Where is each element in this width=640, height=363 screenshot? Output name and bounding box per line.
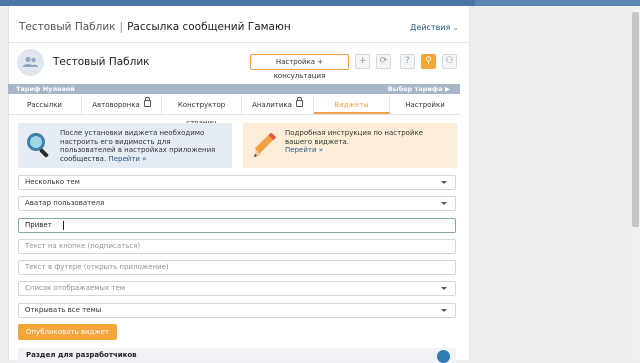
group-name: Тестовый Паблик: [53, 56, 150, 68]
actions-label: Действия: [410, 23, 451, 32]
chevron-down-icon: [441, 287, 447, 290]
lock-icon: [143, 97, 151, 107]
tariff-label: Тариф Нулевой: [16, 85, 75, 93]
chevron-down-icon: [441, 309, 447, 312]
scrollbar[interactable]: [630, 6, 640, 360]
instruction-info-link[interactable]: Перейти »: [285, 146, 323, 154]
tab-label: Автоворонка: [92, 101, 140, 109]
plan-consultation-button[interactable]: Настройка + консультация: [250, 54, 349, 80]
breadcrumb-group-link[interactable]: Тестовый Паблик: [19, 21, 116, 33]
visibility-info-link[interactable]: Перейти »: [108, 155, 146, 163]
chevron-down-icon: [441, 202, 447, 205]
greeting-input-value: Привет: [25, 221, 52, 229]
tab-label: Виджеты: [334, 101, 369, 109]
top-bar-right-segment: [475, 0, 640, 6]
breadcrumb: Тестовый Паблик | Рассылка сообщений Гамаю…: [19, 21, 291, 33]
topics-select-value: Несколько тем: [25, 178, 80, 186]
footer-text-input[interactable]: Текст в футере (открыть приложение): [18, 260, 456, 275]
group-avatar[interactable]: [17, 49, 44, 76]
chevron-down-icon: [441, 181, 447, 184]
scrollbar-thumb[interactable]: [632, 12, 639, 227]
header-divider: [9, 42, 469, 43]
users-icon: [23, 56, 38, 67]
tariff-bar: Тариф Нулевой Выбор тарифа ▶: [8, 84, 460, 94]
tab-widgets[interactable]: Виджеты: [314, 96, 390, 114]
magnifier-icon: [27, 133, 49, 158]
avatar-select-value: Аватар пользователя: [25, 199, 105, 207]
footer-text-placeholder: Текст в футере (открыть приложение): [25, 263, 169, 271]
tab-settings[interactable]: Настройки: [390, 96, 460, 114]
tab-mailings[interactable]: Рассылки: [8, 96, 82, 114]
instruction-info-text: Подробная инструкция по настройке вашего…: [285, 129, 424, 146]
avatar-select[interactable]: Аватар пользователя: [18, 196, 456, 211]
topics-list-placeholder: Список отображаемых тем: [25, 284, 126, 292]
user-icon[interactable]: ⚇: [442, 54, 457, 69]
tab-label: Рассылки: [27, 101, 62, 109]
button-text-input[interactable]: Текст на кнопке (подписаться): [18, 239, 456, 254]
topics-list-select[interactable]: Список отображаемых тем: [18, 281, 456, 296]
tab-label: Настройки: [405, 101, 445, 109]
visibility-info-box: После установки виджета необходимо настр…: [18, 123, 232, 168]
tab-analytics[interactable]: Аналитика: [242, 96, 314, 114]
greeting-input[interactable]: Привет: [18, 218, 456, 233]
pencil-icon: [254, 133, 277, 157]
gift-icon[interactable]: ⚲: [421, 54, 436, 69]
refresh-icon[interactable]: ⟳: [376, 54, 391, 69]
plus-icon[interactable]: +: [355, 54, 370, 69]
open-topics-value: Открывать все темы: [25, 306, 102, 314]
expand-icon[interactable]: [437, 350, 450, 363]
breadcrumb-separator: |: [119, 21, 124, 33]
lock-icon: [295, 97, 303, 107]
developer-section-title: Раздел для разработчиков: [26, 351, 137, 359]
instruction-info-box: Подробная инструкция по настройке вашего…: [243, 123, 457, 168]
open-topics-select[interactable]: Открывать все темы: [18, 303, 456, 318]
tab-autofunnel[interactable]: Автоворонка: [82, 96, 162, 114]
page-title: Рассылка сообщений Гамаюн: [127, 21, 291, 33]
tabs: Рассылки Автоворонка Конструктор страниц…: [8, 96, 460, 127]
button-text-placeholder: Текст на кнопке (подписаться): [25, 242, 141, 250]
tab-page-builder[interactable]: Конструктор страниц: [162, 96, 242, 127]
tab-label: Аналитика: [252, 101, 292, 109]
help-icon[interactable]: ?: [400, 54, 415, 69]
actions-dropdown[interactable]: Действия ⌄: [410, 23, 459, 32]
text-cursor: [63, 221, 64, 230]
chevron-down-icon: ⌄: [452, 23, 459, 32]
topics-select[interactable]: Несколько тем: [18, 175, 456, 190]
publish-widget-button[interactable]: Опубликовать виджет: [18, 324, 117, 340]
choose-tariff-link[interactable]: Выбор тарифа ▶: [388, 85, 450, 93]
